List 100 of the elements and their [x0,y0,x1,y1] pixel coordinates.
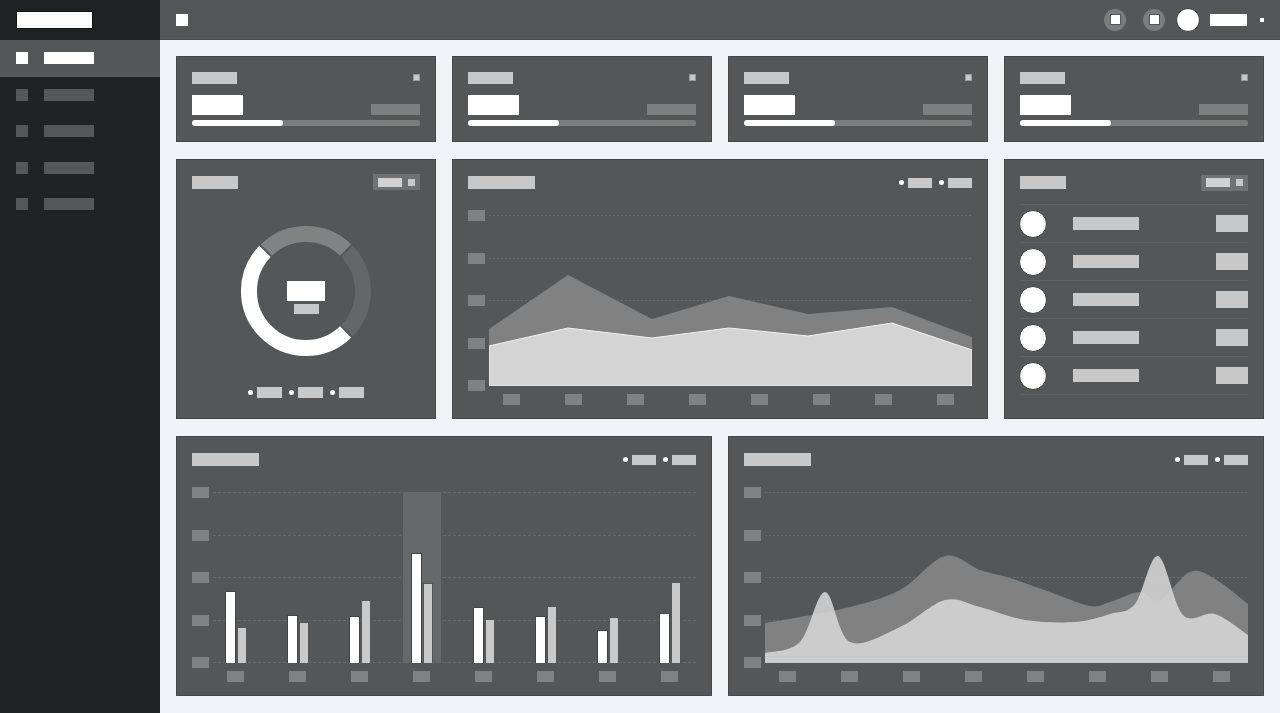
value-placeholder [1216,367,1248,384]
legend-label-placeholder [632,454,656,465]
axis-label-placeholder [1027,671,1044,682]
label-placeholder [468,72,513,84]
square-icon [1148,14,1160,25]
square-icon [1236,179,1243,186]
axis-label-placeholder [192,614,209,626]
legend-label-placeholder [339,387,364,398]
axis-label-placeholder [475,671,492,682]
legend-dot-icon [1215,457,1220,462]
sidebar-item[interactable] [0,40,160,77]
axis-label-placeholder [903,671,920,682]
square-icon [1109,14,1121,25]
dropdown[interactable] [373,174,420,190]
bar-group[interactable] [473,607,495,663]
legend-label-placeholder [1184,454,1208,465]
axis-label-placeholder [413,671,430,682]
square-icon [16,88,28,101]
legend-label-placeholder [672,454,696,465]
axis-label-placeholder [227,671,244,682]
axis-label-placeholder [192,572,209,583]
legend-label-placeholder [908,177,932,188]
legend-label-placeholder [298,387,323,398]
legend-label-placeholder [257,387,282,398]
axis-label-placeholder [192,657,209,668]
axis-label-placeholder [599,671,616,682]
legend-label-placeholder [1224,454,1248,465]
label-placeholder [378,177,402,187]
axis-label-placeholder [1089,671,1106,682]
axis-label-placeholder [813,394,830,405]
square-icon [965,74,972,81]
value-placeholder [1216,215,1248,232]
caption-placeholder [293,304,319,314]
axis-label-placeholder [192,487,209,498]
axis-label-placeholder [1151,671,1168,682]
caption-placeholder [923,104,972,115]
square-icon [16,161,28,174]
icon-button[interactable] [1143,8,1165,31]
label-placeholder [44,52,94,65]
axis-label-placeholder [192,529,209,541]
square-icon[interactable] [176,13,188,26]
avatar [1019,285,1047,314]
legend-dot-icon [939,180,944,185]
value-placeholder [468,95,519,115]
axis-label-placeholder [537,671,554,682]
axis-label-placeholder [503,394,520,405]
label-placeholder [1020,72,1065,84]
square-icon[interactable] [1260,17,1264,22]
axis-label-placeholder [875,394,892,405]
axis-label-placeholder [779,671,796,682]
caption-placeholder [1199,104,1248,115]
title-placeholder [1020,176,1066,189]
value-placeholder [1216,253,1248,270]
square-icon [408,178,415,186]
axis-label-placeholder [468,337,485,349]
bar-group[interactable] [659,582,681,663]
label-placeholder [1206,178,1230,187]
square-icon [16,125,28,138]
value-placeholder [287,281,325,301]
value-placeholder [1020,95,1071,115]
axis-label-placeholder [744,572,761,583]
dropdown[interactable] [1201,174,1248,191]
axis-label-placeholder [965,671,982,682]
bar-group[interactable] [597,617,619,663]
icon-button[interactable] [1104,8,1126,31]
legend-dot-icon [1175,457,1180,462]
bar-group[interactable] [403,492,441,663]
bar-group[interactable] [349,600,371,663]
axis-label-placeholder [627,394,644,405]
axis-label-placeholder [565,394,582,405]
axis-label-placeholder [937,394,954,405]
legend-dot-icon [663,457,668,462]
avatar [1019,209,1047,238]
avatar[interactable] [1176,7,1200,32]
axis-label-placeholder [841,671,858,682]
axis-label-placeholder [289,671,306,682]
caption-placeholder [371,104,420,115]
username-placeholder [1210,13,1247,26]
axis-label-placeholder [351,671,368,682]
bar-group[interactable] [535,606,557,663]
avatar [1019,323,1047,352]
name-placeholder [1073,255,1139,268]
bar-group[interactable] [287,615,309,663]
label-placeholder [44,161,94,174]
title-placeholder [192,453,259,466]
avatar [1019,247,1047,276]
name-placeholder [1073,217,1139,230]
label-placeholder [44,125,94,138]
axis-label-placeholder [744,529,761,541]
title-placeholder [468,176,535,189]
bar-group[interactable] [225,591,247,663]
name-placeholder [1073,293,1139,306]
square-icon [413,74,420,81]
axis-label-placeholder [689,394,706,405]
value-placeholder [1216,291,1248,308]
label-placeholder [44,88,94,101]
axis-label-placeholder [468,380,485,391]
caption-placeholder [647,104,696,115]
label-placeholder [192,72,237,84]
square-icon [16,198,28,211]
